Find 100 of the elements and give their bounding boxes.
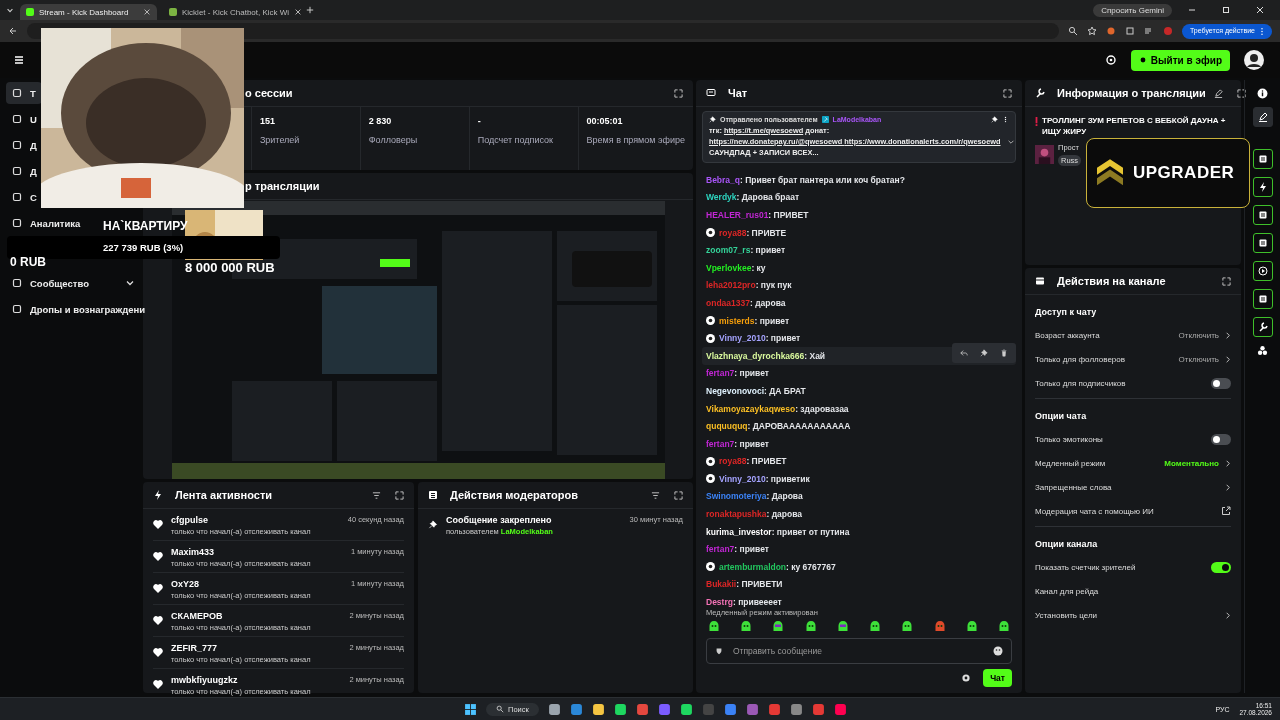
setting-label: Модерация чата с помощью ИИ — [1035, 506, 1155, 516]
toggle-switch[interactable] — [1211, 561, 1231, 573]
app-icon[interactable] — [613, 702, 627, 716]
widget-button[interactable] — [1252, 149, 1273, 169]
puzzle-icon[interactable] — [1125, 26, 1135, 36]
chevron-right-icon[interactable] — [1225, 330, 1231, 340]
edit-icon — [1257, 112, 1268, 122]
chat-message: Bebra_q: Привет брат пантера или коч братан? — [706, 174, 905, 185]
sidebar-item[interactable]: Д — [6, 134, 43, 156]
app-icon[interactable] — [833, 702, 847, 716]
browser-tab[interactable]: Stream - Kick Dashboard — [20, 4, 157, 20]
app-icon[interactable] — [679, 702, 693, 716]
setting-label: Канал для рейда — [1035, 586, 1100, 596]
setting-label: Возраст аккаунта — [1035, 330, 1101, 340]
expand-icon[interactable] — [674, 490, 683, 500]
sidebar-item[interactable]: С — [6, 186, 43, 208]
widget-button[interactable] — [1252, 205, 1273, 225]
pin-icon[interactable] — [980, 348, 988, 357]
tab-list-icon[interactable] — [6, 6, 14, 14]
profile-icon[interactable] — [1163, 26, 1173, 36]
sidebar-item[interactable]: Т — [6, 82, 42, 104]
app-icon[interactable] — [547, 702, 561, 716]
edit-icon[interactable] — [1213, 88, 1223, 98]
follower-name: mwbkfiyuugzkz — [171, 675, 238, 685]
emote-icon[interactable] — [933, 620, 946, 632]
delete-icon[interactable] — [1000, 348, 1008, 357]
filter-icon[interactable] — [372, 490, 381, 500]
close-tab-icon[interactable] — [143, 8, 151, 16]
settings-icon[interactable] — [961, 673, 972, 683]
emote-icon[interactable] — [965, 620, 978, 632]
gemini-button[interactable]: Спросить Gemini — [1093, 3, 1172, 17]
widget-button[interactable] — [1252, 289, 1273, 309]
toggle-switch[interactable] — [1211, 433, 1231, 445]
toggle-switch[interactable] — [1211, 377, 1231, 389]
people-icon[interactable] — [1257, 345, 1268, 356]
message-field[interactable]: Отправить сообщение — [733, 646, 983, 656]
expand-icon[interactable] — [1222, 276, 1231, 286]
expand-icon[interactable] — [1236, 88, 1246, 98]
app-icon[interactable] — [635, 702, 649, 716]
unpin-icon[interactable] — [991, 116, 998, 123]
emote-icon[interactable] — [772, 620, 785, 632]
external-link-icon[interactable] — [1221, 506, 1231, 516]
media-icon[interactable] — [1144, 26, 1154, 36]
widget-button[interactable] — [1252, 233, 1273, 253]
chevron-icon[interactable] — [124, 278, 135, 288]
notification-icon[interactable] — [1104, 54, 1117, 66]
send-button[interactable]: Чат — [983, 669, 1012, 687]
expand-icon[interactable] — [395, 490, 404, 500]
sidebar-item[interactable]: Аналитика — [6, 212, 87, 234]
emote-icon[interactable] — [869, 620, 882, 632]
sidebar-item[interactable]: Сообщество — [6, 272, 141, 294]
chevron-right-icon[interactable] — [1225, 354, 1231, 364]
message-composer[interactable]: Отправить сообщение — [706, 638, 1012, 664]
app-icon[interactable] — [591, 702, 605, 716]
reply-icon[interactable] — [960, 348, 968, 357]
widget-button[interactable] — [1252, 261, 1273, 281]
emote-icon[interactable] — [740, 620, 753, 632]
widget-button[interactable] — [1252, 177, 1273, 197]
info-icon[interactable] — [1257, 88, 1268, 99]
sidebar-item[interactable]: Д — [6, 160, 43, 182]
more-icon[interactable] — [1002, 116, 1009, 123]
emote-icon[interactable] — [804, 620, 817, 632]
emote-icon[interactable] — [836, 620, 849, 632]
extension-icon[interactable] — [1106, 26, 1116, 36]
emote-icon[interactable] — [997, 620, 1010, 632]
widget-button[interactable] — [1252, 317, 1273, 337]
close-icon[interactable] — [1255, 5, 1265, 15]
avatar-icon[interactable] — [1244, 50, 1264, 70]
filter-icon[interactable] — [651, 490, 660, 500]
zoom-icon[interactable] — [1068, 26, 1078, 36]
windows-icon[interactable] — [464, 702, 477, 716]
expand-icon[interactable] — [674, 88, 683, 98]
menu-icon[interactable] — [13, 54, 25, 66]
emote-icon[interactable] — [901, 620, 914, 632]
browser-tab[interactable]: Kicklet - Kick Chatbot, Kick Wi — [163, 4, 300, 20]
app-icon[interactable] — [569, 702, 583, 716]
follower-name: ZEFIR_777 — [171, 643, 218, 653]
maximize-icon[interactable] — [1221, 5, 1231, 15]
app-icon[interactable] — [789, 702, 803, 716]
edit-button[interactable] — [1252, 107, 1273, 127]
emoji-icon[interactable] — [993, 646, 1003, 656]
go-live-button[interactable]: Выйти в эфир — [1130, 49, 1230, 71]
star-icon[interactable] — [1087, 26, 1097, 36]
setting-value[interactable]: Моментально — [1164, 458, 1219, 468]
chat-message: Vikamoyazaykaqweso: здаровазаа — [706, 403, 849, 414]
sidebar-item[interactable]: Дропы и вознаграждени — [6, 298, 152, 320]
chevron-right-icon[interactable] — [1225, 458, 1231, 468]
chevron-right-icon[interactable] — [1225, 482, 1231, 492]
app-icon[interactable] — [723, 702, 737, 716]
back-icon[interactable] — [8, 26, 18, 36]
expand-icon[interactable] — [1003, 88, 1012, 98]
close-tab-icon[interactable] — [294, 8, 303, 16]
emote-icon[interactable] — [708, 620, 720, 632]
new-tab-icon[interactable] — [306, 6, 314, 14]
hammer-badge-icon — [821, 116, 829, 123]
chevron-right-icon[interactable] — [1225, 610, 1231, 620]
sidebar-item[interactable]: U — [6, 108, 43, 130]
setting-value[interactable]: Отключить — [1178, 330, 1219, 340]
setting-value[interactable]: Отключить — [1178, 354, 1219, 364]
card-icon — [1035, 276, 1045, 286]
